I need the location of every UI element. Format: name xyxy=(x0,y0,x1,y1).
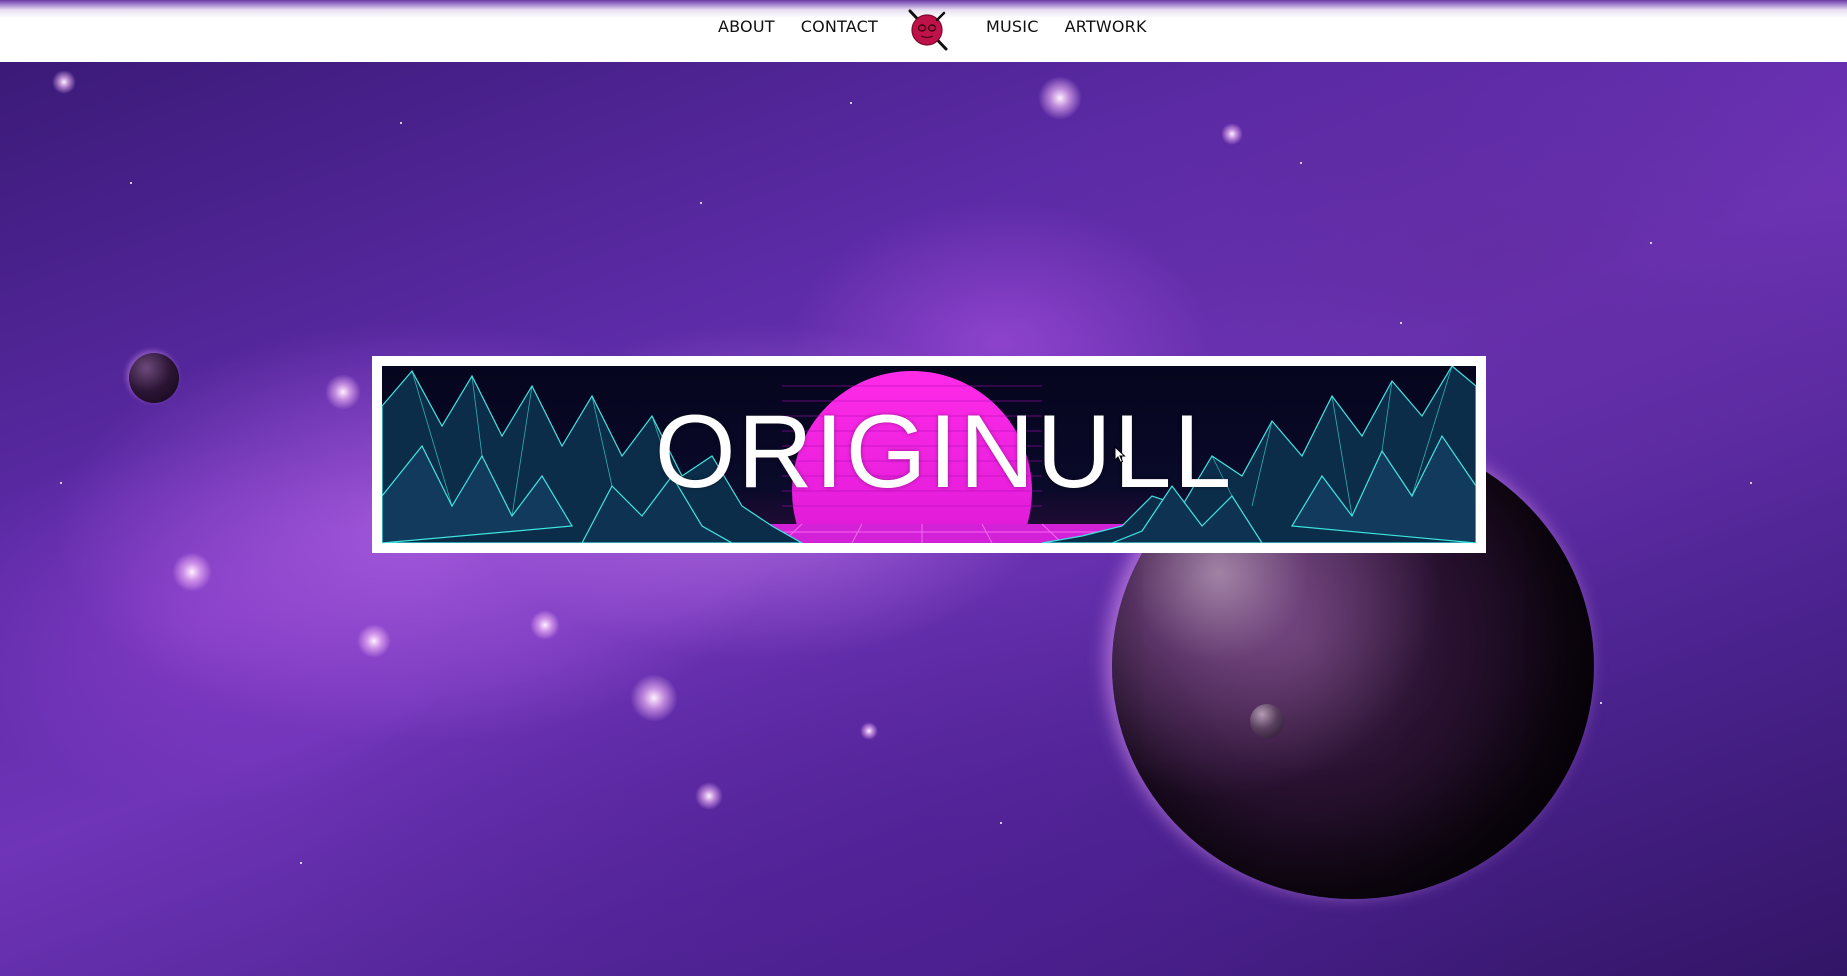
nav-link-contact[interactable]: CONTACT xyxy=(801,17,878,36)
glow-star xyxy=(630,674,678,722)
star xyxy=(1400,322,1402,324)
star xyxy=(130,182,132,184)
nav-link-about[interactable]: ABOUT xyxy=(718,17,775,36)
star xyxy=(1000,822,1002,824)
glow-star xyxy=(357,624,391,658)
glow-star xyxy=(52,70,76,94)
glow-star xyxy=(1038,76,1082,120)
mouse-cursor-icon xyxy=(1114,445,1126,468)
glow-star xyxy=(325,374,361,410)
star xyxy=(1600,702,1602,704)
top-nav-bar: ABOUT CONTACT MUSIC ARTWORK xyxy=(0,0,1847,62)
star xyxy=(1650,242,1652,244)
star xyxy=(300,862,302,864)
glow-star xyxy=(860,722,878,740)
glow-star xyxy=(1221,123,1243,145)
star xyxy=(400,122,402,124)
skull-knife-logo-icon[interactable] xyxy=(906,8,950,52)
star xyxy=(850,102,852,104)
star xyxy=(1300,162,1302,164)
banner-title: ORIGINULL xyxy=(654,394,1234,510)
small-planet xyxy=(129,353,179,403)
star xyxy=(60,482,62,484)
nav-link-music[interactable]: MUSIC xyxy=(986,17,1039,36)
star xyxy=(700,202,702,204)
glow-star xyxy=(695,782,723,810)
moon xyxy=(1250,704,1284,738)
originull-banner: ORIGINULL xyxy=(382,366,1476,543)
glow-star xyxy=(172,552,212,592)
nav-link-artwork[interactable]: ARTWORK xyxy=(1065,17,1147,36)
star xyxy=(1750,482,1752,484)
nav-left-group: ABOUT CONTACT xyxy=(718,12,904,40)
glow-star xyxy=(530,610,560,640)
banner-frame: ORIGINULL xyxy=(372,356,1486,553)
nav-right-group: MUSIC ARTWORK xyxy=(986,12,1173,40)
